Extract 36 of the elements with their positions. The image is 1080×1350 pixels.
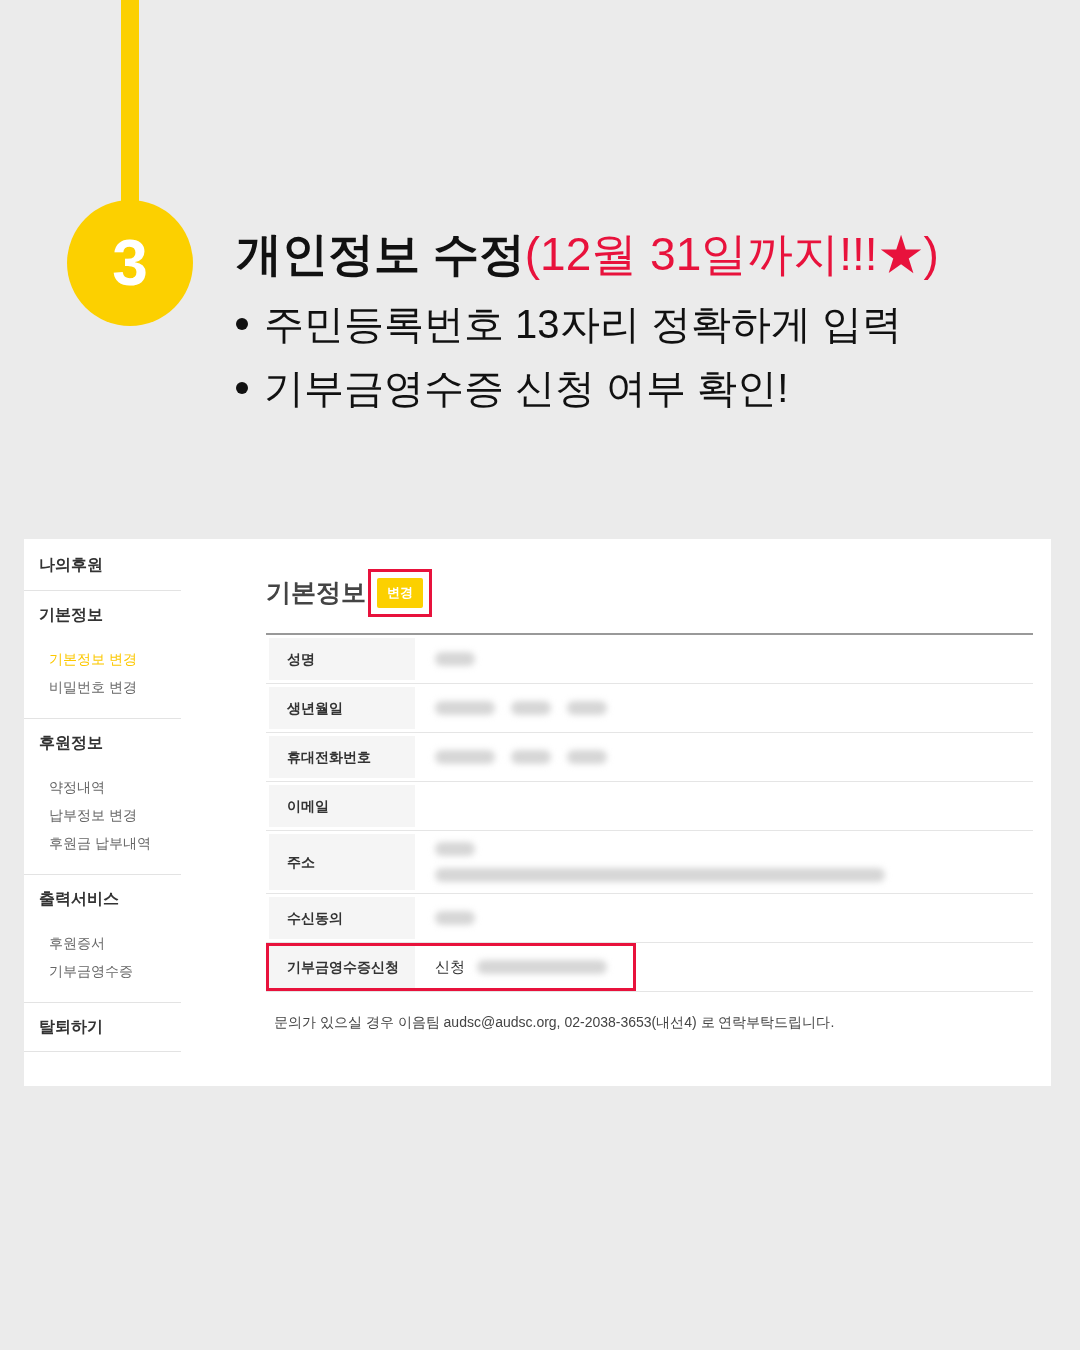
redacted-value — [511, 750, 551, 764]
sidebar-heading[interactable]: 탈퇴하기 — [39, 1015, 181, 1039]
sidebar-item[interactable]: 납부정보 변경 — [49, 805, 181, 826]
redacted-value — [435, 701, 495, 715]
field-label: 주소 — [287, 852, 315, 872]
redacted-value — [511, 701, 551, 715]
field-label: 이메일 — [287, 796, 329, 816]
sidebar-item[interactable]: 약정내역 — [49, 777, 181, 798]
field-label: 기부금영수증신청 — [287, 957, 399, 977]
sidebar-heading[interactable]: 후원정보 — [39, 731, 181, 755]
sidebar-title: 나의후원 — [39, 554, 103, 575]
field-label: 생년월일 — [287, 698, 343, 718]
bullet-text: 주민등록번호 13자리 정확하게 입력 — [264, 300, 902, 348]
field-label: 수신동의 — [287, 908, 343, 928]
step-number: 3 — [67, 200, 193, 326]
sidebar-item[interactable]: 비밀번호 변경 — [49, 677, 181, 698]
redacted-value — [435, 911, 475, 925]
field-label: 휴대전화번호 — [287, 747, 371, 767]
sidebar-item[interactable]: 후원금 납부내역 — [49, 833, 181, 854]
sidebar-item[interactable]: 기부금영수증 — [49, 961, 181, 982]
redacted-value — [567, 701, 607, 715]
bullet-icon — [236, 317, 248, 330]
redacted-value — [435, 842, 475, 856]
contact-note: 문의가 있으실 경우 이음팀 audsc@audsc.org, 02-2038-3653(내선4) 로 연락부탁드립니다. — [273, 1013, 836, 1032]
bullet-text: 기부금영수증 신청 여부 확인! — [264, 364, 789, 412]
cell-value: 신청 — [435, 956, 465, 977]
redacted-value — [435, 750, 495, 764]
bullet-icon — [236, 381, 248, 394]
field-label: 성명 — [287, 649, 315, 669]
redacted-value — [567, 750, 607, 764]
redacted-value — [435, 652, 475, 666]
sidebar-heading[interactable]: 기본정보 — [39, 603, 181, 627]
step-title: 개인정보 수정(12월 31일까지!!!★) — [236, 227, 939, 282]
sidebar-item[interactable]: 후원증서 — [49, 933, 181, 954]
section-heading: 기본정보 — [266, 577, 366, 609]
sidebar-heading[interactable]: 출력서비스 — [39, 887, 181, 911]
